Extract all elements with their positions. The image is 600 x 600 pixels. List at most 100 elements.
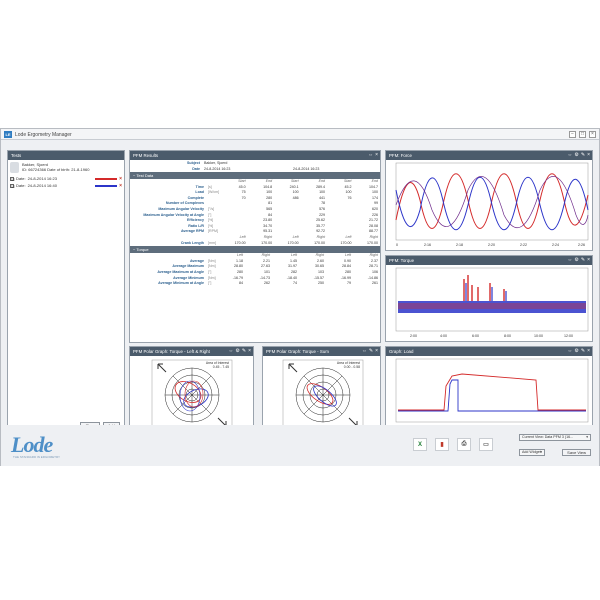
- chevron-down-icon: ▾: [540, 450, 542, 454]
- link-icon[interactable]: ⇔: [368, 151, 373, 160]
- test-date-label: Date:: [16, 183, 26, 188]
- polar-right-header: PFM Polar Graph: Torque - Sum ⇔ ✎ ×: [263, 347, 380, 356]
- test-color-swatch: [95, 177, 118, 180]
- app-logo-icon: LE: [4, 131, 12, 138]
- cell: 79: [347, 281, 351, 286]
- row-unit: [°]: [208, 281, 212, 286]
- row-label: Average Minimum at Angle: [158, 281, 204, 286]
- view-select[interactable]: Current View: Data PFM 3 (16... ▾: [519, 434, 591, 441]
- aoi-value: 0.45 - 7.45: [213, 365, 229, 369]
- x-tick: 12:00: [564, 334, 573, 338]
- cell: 84: [239, 281, 243, 286]
- torque-chart: 2:00 4:00 6:00 8:00 10:00 12:00: [395, 267, 589, 338]
- torque-section-header[interactable]: − Torque: [130, 246, 380, 254]
- polar-right-panel: PFM Polar Graph: Torque - Sum ⇔ ✎ × Area o…: [262, 346, 381, 433]
- results-panel-header: PFM Results ⇔ ×: [130, 151, 380, 160]
- save-view-button[interactable]: Save View: [562, 449, 591, 456]
- aoi-value: 0.00 - 0.58: [344, 365, 360, 369]
- x-tick: 4:00: [440, 334, 447, 338]
- subject-dob: 21-8-1960: [71, 167, 90, 172]
- add-widget-label: Add Widget: [522, 450, 541, 454]
- test-row[interactable]: ☑ Date: 24-8-2014 16:23 ×: [8, 175, 124, 182]
- x-tick: 6:00: [472, 334, 479, 338]
- subject-id-label: ID:: [22, 167, 28, 172]
- close-panel-icon[interactable]: ×: [587, 151, 590, 160]
- table-row: Average Minimum at Angle [°] 84 262 74 250 79…: [130, 281, 380, 287]
- x-tick: 2:16: [424, 243, 431, 247]
- edit-icon[interactable]: ✎: [242, 347, 246, 356]
- load-chart: 0 4:50 5:00 5:10 5:20 5:30: [395, 358, 589, 429]
- link-icon[interactable]: ⇔: [362, 347, 367, 356]
- close-panel-icon[interactable]: ×: [587, 347, 590, 356]
- polar-right-title: PFM Polar Graph: Torque - Sum: [266, 349, 329, 354]
- test-color-swatch: [95, 184, 118, 187]
- cell: 250: [318, 281, 324, 286]
- torque-table: Left Right Left Right Left Right Average [Nm…: [130, 253, 380, 287]
- polar-left-panel: PFM Polar Graph: Torque - Left & Right ⇔…: [129, 346, 254, 433]
- test-data-section-header[interactable]: − Test Data: [130, 172, 380, 179]
- close-panel-icon[interactable]: ×: [248, 347, 251, 356]
- torque-panel-header: PFM: Torque ⇔ ⚙ ✎ ×: [386, 256, 592, 265]
- x-tick: 2:26: [578, 243, 585, 247]
- print-icon[interactable]: ⎙: [457, 438, 471, 451]
- polar-left-chart: Area of Interest 0.45 - 7.45: [151, 359, 233, 431]
- add-widget-button[interactable]: Add Widget ▾: [519, 449, 545, 456]
- subject-dob-label: Date of birth:: [47, 167, 71, 172]
- edit-icon[interactable]: ✎: [581, 151, 585, 160]
- x-tick: 2:18: [456, 243, 463, 247]
- link-icon[interactable]: ⇔: [228, 347, 233, 356]
- tests-panel: Tests Bakker, Sjoerd ID: 66724366 Date o…: [7, 150, 125, 433]
- cell: 74: [293, 281, 297, 286]
- maximize-button[interactable]: □: [579, 131, 586, 138]
- subject-row[interactable]: Bakker, Sjoerd ID: 66724366 Date of birt…: [8, 160, 124, 175]
- tests-panel-header: Tests: [8, 151, 124, 160]
- x-tick: 2:00: [410, 334, 417, 338]
- remove-test-icon[interactable]: ×: [119, 176, 122, 182]
- close-button[interactable]: ×: [589, 131, 596, 138]
- torque-series-red-band: [398, 303, 586, 309]
- load-panel-title: Graph: Load: [389, 349, 414, 354]
- close-panel-icon[interactable]: ×: [587, 256, 590, 265]
- title-bar: LE Lode Ergometry Manager − □ ×: [1, 129, 599, 140]
- test-date: 24-8-2014 16:40: [27, 183, 57, 188]
- row-unit: [W/cm]: [208, 190, 220, 195]
- link-icon[interactable]: ⇔: [567, 347, 572, 356]
- minimize-button[interactable]: −: [569, 131, 576, 138]
- excel-export-icon[interactable]: X: [413, 438, 427, 451]
- pdf-export-icon[interactable]: ▮: [435, 438, 449, 451]
- avatar: [10, 162, 19, 173]
- pfm-force-panel: PFM: Force ⇔ ⚙ ✎ × 0 2:16 2:18 2:20 2:22 2:…: [385, 150, 593, 251]
- force-panel-title: PFM: Force: [389, 153, 412, 158]
- force-chart: 0 2:16 2:18 2:20 2:22 2:24 2:26: [395, 162, 589, 247]
- window-title: Lode Ergometry Manager: [15, 132, 72, 138]
- test-date: 24-8-2014 16:23: [27, 176, 57, 181]
- settings-icon[interactable]: ⚙: [574, 347, 578, 356]
- edit-icon[interactable]: ✎: [581, 256, 585, 265]
- edit-icon[interactable]: ✎: [581, 347, 585, 356]
- remove-test-icon[interactable]: ×: [119, 183, 122, 189]
- monitor-icon[interactable]: ▭: [479, 438, 493, 451]
- x-tick: 10:00: [534, 334, 543, 338]
- link-icon[interactable]: ⇔: [567, 151, 572, 160]
- section-title: Torque: [136, 247, 149, 253]
- test-checkbox[interactable]: ☑: [10, 183, 15, 188]
- test-row[interactable]: ☑ Date: 24-8-2014 16:40 ×: [8, 182, 124, 189]
- x-tick: 2:20: [488, 243, 495, 247]
- test-checkbox[interactable]: ☑: [10, 176, 15, 181]
- bottom-bar: Lode THE STANDARD IN ERGOMETRY X ▮ ⎙ ▭ C…: [1, 425, 599, 466]
- x-tick: 2:22: [520, 243, 527, 247]
- brand-tagline: THE STANDARD IN ERGOMETRY: [13, 455, 61, 459]
- edit-icon[interactable]: ✎: [369, 347, 373, 356]
- chevron-down-icon: ▾: [586, 435, 588, 439]
- settings-icon[interactable]: ⚙: [235, 347, 239, 356]
- cell: 262: [264, 281, 270, 286]
- close-panel-icon[interactable]: ×: [375, 151, 378, 160]
- link-icon[interactable]: ⇔: [567, 256, 572, 265]
- settings-icon[interactable]: ⚙: [574, 151, 578, 160]
- settings-icon[interactable]: ⚙: [574, 256, 578, 265]
- x-tick: 2:24: [552, 243, 559, 247]
- close-panel-icon[interactable]: ×: [375, 347, 378, 356]
- force-panel-header: PFM: Force ⇔ ⚙ ✎ ×: [386, 151, 592, 160]
- app-window: LE Lode Ergometry Manager − □ × Tests Ba…: [0, 128, 600, 466]
- section-title: Test Data: [136, 173, 154, 178]
